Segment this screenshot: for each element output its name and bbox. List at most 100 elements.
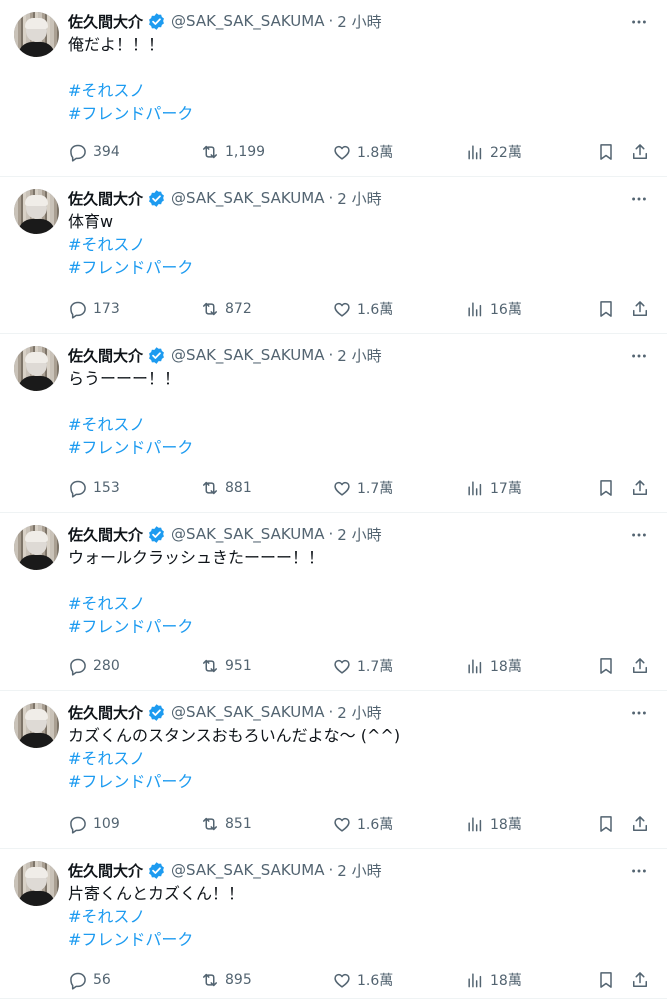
views-button[interactable]: 17萬 <box>465 476 522 500</box>
share-button[interactable] <box>630 476 650 500</box>
author-handle[interactable]: @SAK_SAK_SAKUMA <box>171 703 324 721</box>
views-button[interactable]: 18萬 <box>465 654 522 678</box>
retweet-button[interactable]: 881 <box>200 476 252 500</box>
avatar[interactable] <box>14 189 59 234</box>
analytics-icon <box>468 973 482 988</box>
author-name[interactable]: 佐久間大介 <box>68 702 143 723</box>
hashtag-link[interactable]: #フレンドパーク <box>68 770 653 793</box>
retweet-button[interactable]: 951 <box>200 654 252 678</box>
tweet-text: 俺だよ！！！ #それスノ #フレンドパーク <box>68 33 653 125</box>
hashtag-link[interactable]: #それスノ <box>68 79 653 102</box>
retweet-button[interactable]: 1,199 <box>200 140 265 164</box>
bookmark-button[interactable] <box>596 654 616 678</box>
avatar[interactable] <box>14 861 59 906</box>
timestamp[interactable]: 2 小時 <box>337 860 381 881</box>
author-handle[interactable]: @SAK_SAK_SAKUMA <box>171 189 324 207</box>
tweet[interactable]: 佐久間大介 @SAK_SAK_SAKUMA · 2 小時 カズくんのスタンスおも… <box>0 691 667 849</box>
bookmark-button[interactable] <box>596 968 616 992</box>
tweet[interactable]: 佐久間大介 @SAK_SAK_SAKUMA · 2 小時 らうーーー！！ #それス… <box>0 334 667 513</box>
views-button[interactable]: 22萬 <box>465 140 522 164</box>
share-icon <box>633 301 647 316</box>
share-button[interactable] <box>630 140 650 164</box>
tweet[interactable]: 佐久間大介 @SAK_SAK_SAKUMA · 2 小時 俺だよ！！！ #それスノ… <box>0 0 667 177</box>
views-button[interactable]: 18萬 <box>465 812 522 836</box>
like-button[interactable]: 1.6萬 <box>332 812 393 836</box>
like-button[interactable]: 1.7萬 <box>332 476 393 500</box>
tweet-text: 片寄くんとカズくん！！ #それスノ #フレンドパーク <box>68 882 653 951</box>
more-icon[interactable] <box>629 189 649 209</box>
share-button[interactable] <box>630 654 650 678</box>
author-handle[interactable]: @SAK_SAK_SAKUMA <box>171 525 324 543</box>
reply-button[interactable]: 280 <box>68 654 120 678</box>
tweet[interactable]: 佐久間大介 @SAK_SAK_SAKUMA · 2 小時 ウォールクラッシュきた… <box>0 513 667 691</box>
retweet-button[interactable]: 895 <box>200 968 252 992</box>
retweet-icon <box>203 817 217 831</box>
timestamp[interactable]: 2 小時 <box>337 188 381 209</box>
tweet-text: 体育w #それスノ #フレンドパーク <box>68 210 653 279</box>
like-button[interactable]: 1.7萬 <box>332 654 393 678</box>
tweet-actions: 109 851 1.6萬 18萬 <box>68 812 653 836</box>
reply-button[interactable]: 153 <box>68 476 120 500</box>
timestamp[interactable]: 2 小時 <box>337 345 381 366</box>
verified-badge-icon <box>149 346 164 364</box>
reply-button[interactable]: 394 <box>68 140 120 164</box>
author-name[interactable]: 佐久間大介 <box>68 860 143 881</box>
share-icon <box>633 972 647 987</box>
timestamp[interactable]: 2 小時 <box>337 11 381 32</box>
bookmark-button[interactable] <box>596 140 616 164</box>
like-button[interactable]: 1.8萬 <box>332 140 393 164</box>
view-count: 16萬 <box>490 302 522 318</box>
author-handle[interactable]: @SAK_SAK_SAKUMA <box>171 861 324 879</box>
avatar[interactable] <box>14 346 59 391</box>
more-icon[interactable] <box>629 346 649 366</box>
timestamp[interactable]: 2 小時 <box>337 524 381 545</box>
bookmark-button[interactable] <box>596 812 616 836</box>
more-icon[interactable] <box>629 12 649 32</box>
hashtag-link[interactable]: #フレンドパーク <box>68 102 653 125</box>
author-handle[interactable]: @SAK_SAK_SAKUMA <box>171 12 324 30</box>
hashtag-link[interactable]: #それスノ <box>68 233 653 256</box>
like-button[interactable]: 1.6萬 <box>332 297 393 321</box>
hashtag-link[interactable]: #フレンドパーク <box>68 615 653 638</box>
bookmark-button[interactable] <box>596 297 616 321</box>
avatar[interactable] <box>14 525 59 570</box>
timestamp[interactable]: 2 小時 <box>337 702 381 723</box>
hashtag-link[interactable]: #フレンドパーク <box>68 928 653 951</box>
author-handle[interactable]: @SAK_SAK_SAKUMA <box>171 346 324 364</box>
separator-dot: · <box>328 12 334 30</box>
hashtag-link[interactable]: #それスノ <box>68 747 653 770</box>
author-name[interactable]: 佐久間大介 <box>68 345 143 366</box>
author-name[interactable]: 佐久間大介 <box>68 188 143 209</box>
author-name[interactable]: 佐久間大介 <box>68 524 143 545</box>
reply-button[interactable]: 109 <box>68 812 120 836</box>
views-button[interactable]: 16萬 <box>465 297 522 321</box>
avatar[interactable] <box>14 12 59 57</box>
hashtag-link[interactable]: #それスノ <box>68 413 653 436</box>
retweet-button[interactable]: 872 <box>200 297 252 321</box>
tweet[interactable]: 佐久間大介 @SAK_SAK_SAKUMA · 2 小時 体育w #それスノ #フレ… <box>0 177 667 334</box>
views-button[interactable]: 18萬 <box>465 968 522 992</box>
hashtag-link[interactable]: #それスノ <box>68 592 653 615</box>
retweet-button[interactable]: 851 <box>200 812 252 836</box>
bookmark-icon <box>600 816 612 832</box>
author-name[interactable]: 佐久間大介 <box>68 11 143 32</box>
reply-button[interactable]: 56 <box>68 968 111 992</box>
share-button[interactable] <box>630 297 650 321</box>
analytics-icon <box>468 659 482 674</box>
hashtag-link[interactable]: #フレンドパーク <box>68 436 653 459</box>
more-icon[interactable] <box>629 861 649 881</box>
avatar[interactable] <box>14 703 59 748</box>
share-button[interactable] <box>630 812 650 836</box>
reply-icon <box>70 301 86 319</box>
share-button[interactable] <box>630 968 650 992</box>
reply-button[interactable]: 173 <box>68 297 120 321</box>
like-button[interactable]: 1.6萬 <box>332 968 393 992</box>
tweet[interactable]: 佐久間大介 @SAK_SAK_SAKUMA · 2 小時 片寄くんとカズくん！！… <box>0 849 667 999</box>
bookmark-button[interactable] <box>596 476 616 500</box>
bookmark-icon <box>600 480 612 496</box>
tweet-text: ウォールクラッシュきたーーー！！ #それスノ #フレンドパーク <box>68 546 653 638</box>
more-icon[interactable] <box>629 525 649 545</box>
more-icon[interactable] <box>629 703 649 723</box>
hashtag-link[interactable]: #フレンドパーク <box>68 256 653 279</box>
hashtag-link[interactable]: #それスノ <box>68 905 653 928</box>
